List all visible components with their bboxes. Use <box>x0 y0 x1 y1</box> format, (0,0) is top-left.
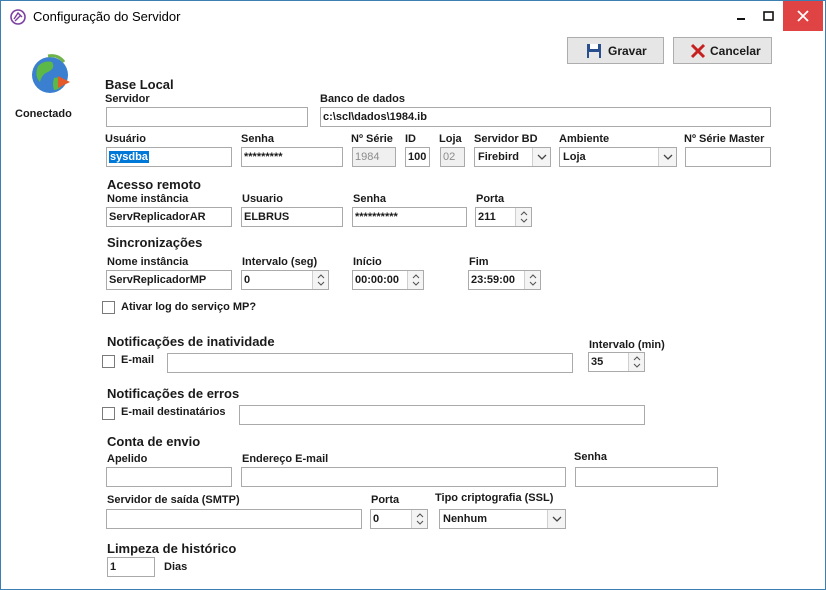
ar-porta-spinner[interactable]: 211 <box>475 207 532 227</box>
id-label: ID <box>405 133 416 145</box>
spinner-arrows-icon <box>529 274 537 286</box>
inatividade-email-label: E-mail <box>121 354 155 366</box>
section-inatividade: Notificações de inatividade <box>107 334 275 349</box>
id-input[interactable]: 100 <box>405 147 430 167</box>
senha-label: Senha <box>241 133 275 145</box>
connection-status: Conectado <box>15 108 72 120</box>
servidor-bd-label: Servidor BD <box>474 133 538 145</box>
ambiente-select[interactable]: Loja <box>559 147 677 167</box>
config-window: Configuração do Servidor Conectado Grava… <box>0 0 826 590</box>
inatividade-intervalo-spinner[interactable]: 35 <box>588 352 645 372</box>
close-button[interactable] <box>783 1 823 31</box>
endereco-label: Endereço E-mail <box>242 453 329 465</box>
section-limpeza: Limpeza de histórico <box>107 541 237 556</box>
conta-senha-label: Senha <box>574 451 608 463</box>
sync-fim-label: Fim <box>469 256 489 268</box>
maximize-button[interactable] <box>753 1 787 31</box>
chevron-down-icon <box>537 154 547 160</box>
section-sincronizacoes: Sincronizações <box>107 235 203 250</box>
limpeza-dias-input[interactable]: 1 <box>107 557 155 577</box>
smtp-label: Servidor de saída (SMTP) <box>107 494 240 506</box>
apelido-input[interactable] <box>106 467 232 487</box>
log-mp-label: Ativar log do serviço MP? <box>121 301 257 313</box>
loja-input: 02 <box>440 147 465 167</box>
spinner-arrows-icon <box>633 356 641 368</box>
chevron-down-icon <box>663 154 673 160</box>
log-mp-checkbox[interactable] <box>102 301 115 314</box>
spinner-arrows-icon <box>416 513 424 525</box>
serie-label: Nº Série <box>351 133 393 145</box>
conta-senha-input[interactable] <box>575 467 718 487</box>
ambiente-label: Ambiente <box>559 133 610 145</box>
app-logo-icon <box>10 9 26 25</box>
banco-label: Banco de dados <box>320 93 405 105</box>
banco-input[interactable]: c:\scl\dados\1984.ib <box>320 107 771 127</box>
erros-email-input[interactable] <box>239 405 645 425</box>
ar-instancia-label: Nome instância <box>107 193 189 205</box>
section-erros: Notificações de erros <box>107 386 240 401</box>
title-bar: Configuração do Servidor <box>1 1 825 32</box>
loja-label: Loja <box>439 133 462 145</box>
erros-email-checkbox[interactable] <box>102 407 115 420</box>
floppy-disk-icon <box>587 44 601 58</box>
cancel-button[interactable]: Cancelar <box>673 37 772 64</box>
erros-email-label: E-mail destinatários <box>121 406 226 418</box>
spinner-arrows-icon <box>317 274 325 286</box>
smtp-porta-label: Porta <box>371 494 400 506</box>
ar-senha-label: Senha <box>353 193 387 205</box>
apelido-label: Apelido <box>107 453 148 465</box>
save-button[interactable]: Gravar <box>567 37 664 64</box>
limpeza-dias-label: Dias <box>164 561 188 573</box>
usuario-input[interactable]: sysdba <box>106 147 232 167</box>
usuario-label: Usuário <box>105 133 146 145</box>
sync-inicio-label: Início <box>353 256 382 268</box>
senha-input[interactable]: ********* <box>241 147 343 167</box>
sync-intervalo-label: Intervalo (seg) <box>242 256 318 268</box>
serie-master-label: Nº Série Master <box>684 133 765 145</box>
servidor-label: Servidor <box>105 93 150 105</box>
section-conta-envio: Conta de envio <box>107 434 201 449</box>
sync-instancia-input[interactable]: ServReplicadorMP <box>106 270 232 290</box>
sync-fim-spinner[interactable]: 23:59:00 <box>468 270 541 290</box>
inatividade-email-checkbox[interactable] <box>102 355 115 368</box>
servidor-input[interactable] <box>106 107 308 127</box>
ar-instancia-input[interactable]: ServReplicadorAR <box>106 207 232 227</box>
ar-porta-label: Porta <box>476 193 505 205</box>
spinner-arrows-icon <box>412 274 420 286</box>
window-title: Configuração do Servidor <box>33 9 181 24</box>
serie-master-input[interactable] <box>685 147 771 167</box>
close-icon <box>797 10 809 22</box>
red-x-icon <box>690 43 706 59</box>
sync-instancia-label: Nome instância <box>107 256 189 268</box>
serie-input: 1984 <box>352 147 396 167</box>
cripto-label: Tipo criptografia (SSL) <box>435 492 554 504</box>
chevron-down-icon <box>552 516 562 522</box>
spinner-arrows-icon <box>520 211 528 223</box>
cripto-select[interactable]: Nenhum <box>439 509 566 529</box>
sync-intervalo-spinner[interactable]: 0 <box>241 270 329 290</box>
connection-globe-icon <box>32 54 70 93</box>
ar-usuario-label: Usuario <box>242 193 283 205</box>
servidor-bd-select[interactable]: Firebird <box>474 147 551 167</box>
smtp-porta-spinner[interactable]: 0 <box>370 509 428 529</box>
maximize-icon <box>763 11 774 21</box>
ar-usuario-input[interactable]: ELBRUS <box>241 207 343 227</box>
inatividade-email-input[interactable] <box>167 353 573 373</box>
ar-senha-input[interactable]: ********** <box>352 207 467 227</box>
inatividade-intervalo-label: Intervalo (min) <box>589 339 665 351</box>
sync-inicio-spinner[interactable]: 00:00:00 <box>352 270 424 290</box>
section-acesso-remoto: Acesso remoto <box>107 177 201 192</box>
endereco-input[interactable] <box>241 467 566 487</box>
smtp-input[interactable] <box>106 509 362 529</box>
section-base-local: Base Local <box>105 77 174 92</box>
